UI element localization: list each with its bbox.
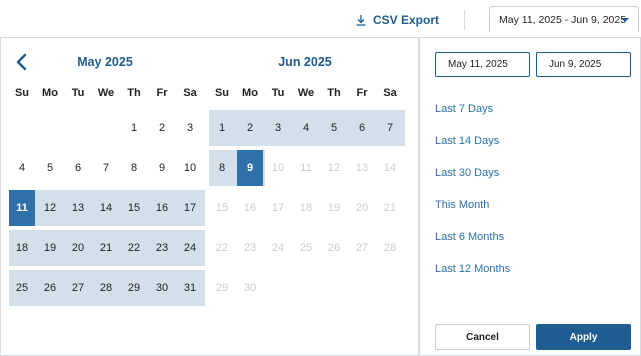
calendar-day[interactable]: 2 [237,110,263,146]
calendar-day[interactable]: 25 [9,270,35,306]
calendar-day[interactable]: 26 [37,270,63,306]
calendar-day[interactable]: 15 [121,190,147,226]
calendar-day[interactable]: 13 [65,190,91,226]
calendar-day[interactable]: 24 [177,230,203,266]
weekday-header: Th [127,87,141,99]
calendar-day[interactable]: 9 [149,150,175,186]
calendar-day: 13 [355,162,369,174]
calendar-day[interactable]: 9 [237,150,263,186]
weekday-header: Th [327,87,341,99]
calendar-day[interactable]: 23 [149,230,175,266]
calendar-day[interactable]: 30 [149,270,175,306]
calendar-day[interactable]: 8 [121,150,147,186]
calendar-day[interactable]: 8 [209,150,235,186]
calendar-day[interactable]: 5 [37,150,63,186]
calendar-day[interactable]: 3 [265,110,291,146]
calendar-day: 26 [327,242,341,254]
calendar-day: 19 [327,202,341,214]
calendar-day[interactable]: 31 [177,270,203,306]
preset-last-12-months[interactable]: Last 12 Months [435,263,510,275]
calendar-day[interactable]: 4 [9,150,35,186]
csv-export-button[interactable]: CSV Export [355,10,439,30]
calendar-day[interactable]: 1 [209,110,235,146]
calendar-day: 23 [243,242,257,254]
calendar-day: 15 [215,202,229,214]
calendar-day: 21 [383,202,397,214]
calendar-day: 20 [355,202,369,214]
calendar-day: 25 [299,242,313,254]
calendar-day[interactable]: 28 [93,270,119,306]
calendar-day: 16 [243,202,257,214]
calendar-day: 17 [271,202,285,214]
calendar-day[interactable]: 16 [149,190,175,226]
download-icon [356,15,366,26]
csv-export-label: CSV Export [373,13,440,27]
weekday-header: Su [214,87,230,99]
calendar-day: 24 [271,242,285,254]
preset-last-14-days[interactable]: Last 14 Days [435,135,499,147]
weekday-header: Fr [156,87,168,99]
preset-last-6-months[interactable]: Last 6 Months [435,231,504,243]
calendar-day[interactable]: 29 [121,270,147,306]
calendar-day[interactable]: 6 [65,150,91,186]
weekday-header: Fr [356,87,368,99]
date-range-value: May 11, 2025 - Jun 9, 2025 [499,13,627,26]
top-toolbar: CSV Export May 11, 2025 - Jun 9, 2025 [0,0,641,38]
calendar-day[interactable]: 19 [37,230,63,266]
chevron-left-icon[interactable] [14,53,30,71]
caret-down-icon [621,18,629,22]
cancel-button[interactable]: Cancel [435,324,530,350]
panel-divider [418,37,420,356]
calendar-day[interactable]: 10 [177,150,203,186]
start-date-input[interactable]: May 11, 2025 [435,52,530,77]
calendar-day[interactable]: 7 [377,110,403,146]
calendar-day[interactable]: 18 [9,230,35,266]
calendar-day[interactable]: 1 [121,110,147,146]
calendar-day: 28 [383,242,397,254]
weekday-header: Mo [42,87,58,99]
calendar-day: 18 [299,202,313,214]
weekday-header: We [297,87,315,99]
calendar-day[interactable]: 11 [9,190,35,226]
calendar-day[interactable]: 14 [93,190,119,226]
calendar-day: 14 [383,162,397,174]
calendar-day[interactable]: 5 [321,110,347,146]
calendar-day: 12 [327,162,341,174]
calendar-day[interactable]: 20 [65,230,91,266]
calendar-day[interactable]: 4 [293,110,319,146]
calendar-day[interactable]: 22 [121,230,147,266]
weekday-header: We [97,87,115,99]
weekday-header: Sa [183,87,197,99]
calendar-day[interactable]: 27 [65,270,91,306]
preset-last-7-days[interactable]: Last 7 Days [435,103,493,115]
calendar-day: 11 [300,162,312,174]
date-range-dropdown[interactable]: May 11, 2025 - Jun 9, 2025 [489,6,639,32]
calendar-day[interactable]: 17 [177,190,203,226]
weekday-header: Tu [71,87,85,99]
weekday-header: Mo [242,87,258,99]
calendar-day[interactable]: 3 [177,110,203,146]
month-title-may: May 2025 [77,55,133,69]
preset-last-30-days[interactable]: Last 30 Days [435,167,499,179]
calendar-day: 10 [271,162,285,174]
end-date-input[interactable]: Jun 9, 2025 [536,52,631,77]
preset-this-month[interactable]: This Month [435,199,489,211]
calendar-day[interactable]: 7 [93,150,119,186]
calendar-day[interactable]: 2 [149,110,175,146]
toolbar-divider [464,10,465,30]
calendar-day[interactable]: 21 [93,230,119,266]
weekday-header: Tu [271,87,285,99]
weekday-header: Sa [383,87,397,99]
calendar-day: 30 [243,282,257,294]
calendar-day: 27 [355,242,369,254]
apply-button[interactable]: Apply [536,324,631,350]
month-title-jun: Jun 2025 [278,55,332,69]
calendar-day[interactable]: 6 [349,110,375,146]
calendar-day: 22 [215,242,229,254]
calendar-day[interactable]: 12 [37,190,63,226]
weekday-header: Su [14,87,30,99]
calendar-day: 29 [215,282,229,294]
